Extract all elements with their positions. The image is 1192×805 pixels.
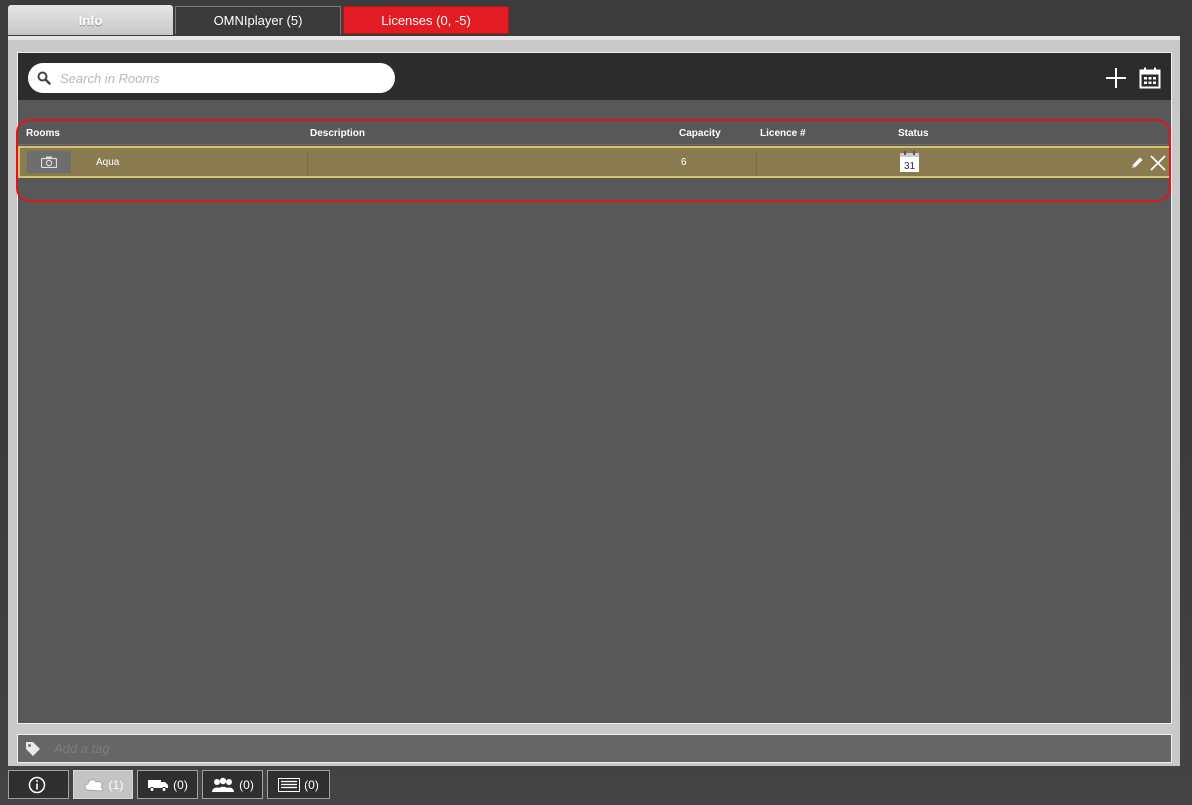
rooms-panel: Rooms Description Capacity Licence # Sta… [16, 52, 1172, 724]
column-header-capacity[interactable]: Capacity [679, 128, 721, 139]
column-header-rooms[interactable]: Rooms [26, 128, 60, 139]
list-icon [278, 777, 301, 792]
info-icon [28, 776, 45, 793]
main-frame: Rooms Description Capacity Licence # Sta… [8, 36, 1180, 766]
status-calendar-icon[interactable]: 31 [900, 151, 919, 172]
truck-icon [148, 779, 169, 792]
table-row[interactable]: Aqua 6 31 [18, 146, 1171, 178]
bottom-tab-list[interactable]: (0) [267, 770, 330, 799]
bottom-tab-rooms[interactable]: (1) [73, 770, 133, 799]
room-name: Aqua [96, 157, 120, 168]
bottom-tab-vehicles-count: (0) [173, 777, 188, 792]
bottom-tab-list-count: (0) [304, 777, 319, 792]
search-icon [28, 63, 60, 93]
cloud-icon [84, 778, 103, 791]
edit-button[interactable] [1129, 155, 1145, 171]
calendar-button[interactable] [1137, 65, 1163, 91]
plus-icon [1106, 68, 1126, 88]
table-header: Rooms Description Capacity Licence # Sta… [18, 124, 1171, 145]
room-capacity: 6 [681, 157, 687, 168]
bottom-tab-info[interactable] [8, 770, 69, 799]
close-icon [1150, 155, 1166, 171]
bottom-tab-rooms-count: (1) [108, 777, 124, 792]
bottom-tab-people[interactable]: (0) [202, 770, 263, 799]
room-thumbnail[interactable] [27, 151, 71, 173]
delete-button[interactable] [1148, 153, 1168, 173]
tag-icon [18, 741, 48, 757]
calendar-icon [1139, 67, 1161, 89]
add-room-button[interactable] [1103, 65, 1129, 91]
column-divider [756, 151, 757, 175]
bottom-tab-vehicles[interactable]: (0) [137, 770, 198, 799]
bottom-tab-people-count: (0) [239, 777, 254, 792]
tag-bar [17, 734, 1172, 763]
search-input[interactable] [60, 70, 380, 86]
status-calendar-day: 31 [904, 161, 916, 172]
column-header-status[interactable]: Status [898, 128, 929, 139]
tab-licenses-label: Licenses (0, -5) [381, 12, 471, 28]
tab-omniplayer[interactable]: OMNIplayer (5) [175, 6, 341, 34]
tag-input[interactable] [54, 741, 1054, 756]
camera-icon [41, 156, 57, 168]
people-icon [212, 777, 235, 792]
column-header-description[interactable]: Description [310, 128, 365, 139]
tab-info[interactable]: Info [8, 5, 173, 35]
search-box[interactable] [28, 63, 395, 93]
tab-omniplayer-label: OMNIplayer (5) [213, 13, 303, 28]
tab-licenses[interactable]: Licenses (0, -5) [343, 6, 509, 34]
column-divider [307, 151, 308, 175]
tab-info-label: Info [78, 12, 103, 28]
rooms-toolbar [18, 53, 1171, 100]
column-header-licence[interactable]: Licence # [760, 128, 806, 139]
pencil-icon [1132, 157, 1143, 168]
